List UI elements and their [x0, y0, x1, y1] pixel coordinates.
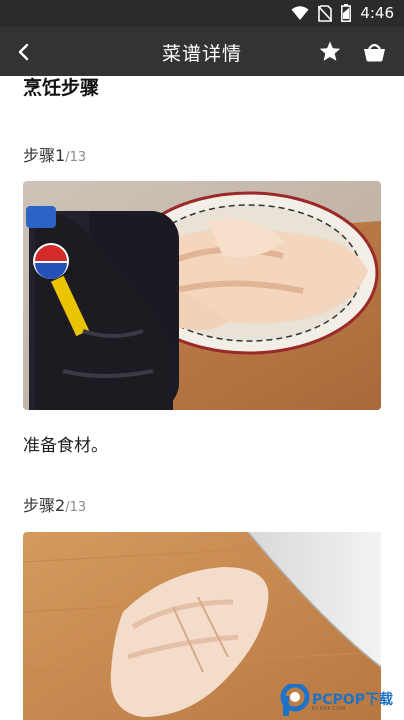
star-icon[interactable] — [318, 40, 342, 64]
step-header: 步骤2/13 — [23, 492, 86, 516]
step-1-photo-drawing — [23, 181, 381, 410]
step-total: /13 — [65, 500, 87, 515]
step-1-photo[interactable] — [23, 181, 381, 410]
watermark-tagline: PCPOP.COM — [312, 706, 346, 712]
basket-icon[interactable] — [362, 40, 387, 64]
app-bar: 菜谱详情 — [0, 27, 404, 76]
status-bar: 4:46 — [0, 0, 404, 27]
page-title: 菜谱详情 — [161, 43, 242, 65]
watermark-logo: PCPOP下载 PCPOP.COM — [278, 683, 404, 717]
section-title: 烹饪步骤 — [23, 77, 100, 99]
wifi-icon — [291, 6, 309, 20]
recipe-steps-content[interactable]: 烹饪步骤 步骤1/13 准备食材。 步骤2/13 — [0, 76, 404, 720]
step-total: /13 — [65, 150, 87, 165]
status-time: 4:46 — [360, 4, 394, 22]
battery-icon — [341, 4, 352, 22]
pcpop-logo-icon — [280, 684, 310, 716]
no-sim-icon — [318, 4, 333, 22]
step-label: 步骤2 — [23, 496, 66, 515]
step-description: 准备食材。 — [23, 436, 108, 456]
step-header: 步骤1/13 — [23, 142, 86, 166]
status-icons: 4:46 — [291, 4, 394, 22]
step-label: 步骤1 — [23, 146, 66, 165]
watermark-brand-suffix: 下载 — [364, 692, 393, 708]
